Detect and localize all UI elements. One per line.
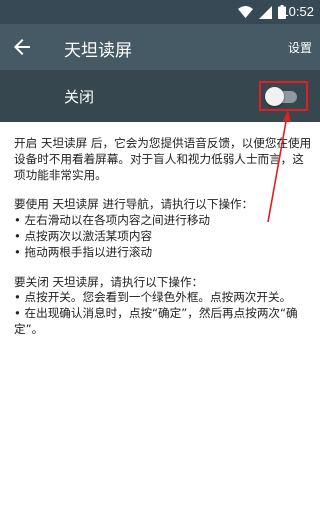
list-item: • 左右滑动以在各项内容之间进行移动 (14, 213, 211, 228)
description-content: 开启 天坦读屏 后，它会为您提供语音反馈，以便您在使用设备时不用看着屏幕。对于盲… (14, 136, 312, 338)
toggle-thumb (265, 87, 284, 106)
list-item: • 点按开关。您会看到一个绿色外框。点按两次开关。 (14, 290, 292, 305)
list-item: • 拖动两根手指以进行滚动 (14, 244, 153, 259)
navigation-heading: 要使用 天坦读屏 进行导航，请执行以下操作： (14, 197, 254, 212)
talkback-toggle-switch[interactable] (265, 87, 299, 107)
status-icons (238, 5, 286, 19)
status-bar: 10:52 (0, 0, 320, 24)
app-toolbar: 天坦读屏 设置 (0, 24, 320, 70)
settings-button[interactable]: 设置 (288, 39, 312, 56)
wifi-icon (238, 6, 253, 18)
intro-paragraph: 开启 天坦读屏 后，它会为您提供语音反馈，以便您在使用设备时不用看着屏幕。对于盲… (14, 136, 312, 182)
cellular-signal-icon (259, 5, 272, 19)
page-title: 天坦读屏 (64, 41, 132, 61)
status-time: 10:52 (281, 4, 314, 19)
turn-off-heading: 要关闭 天坦读屏，请执行以下操作： (14, 274, 204, 289)
list-item: • 在出现确认消息时，点按“确定”，然后再点按两次“确定”。 (14, 306, 298, 336)
master-switch-bar[interactable]: 关闭 (0, 70, 320, 122)
back-button[interactable] (10, 35, 34, 59)
switch-state-label: 关闭 (64, 88, 95, 106)
list-item: • 点按两次以激活某项内容 (14, 228, 153, 243)
arrow-back-icon (14, 39, 30, 55)
